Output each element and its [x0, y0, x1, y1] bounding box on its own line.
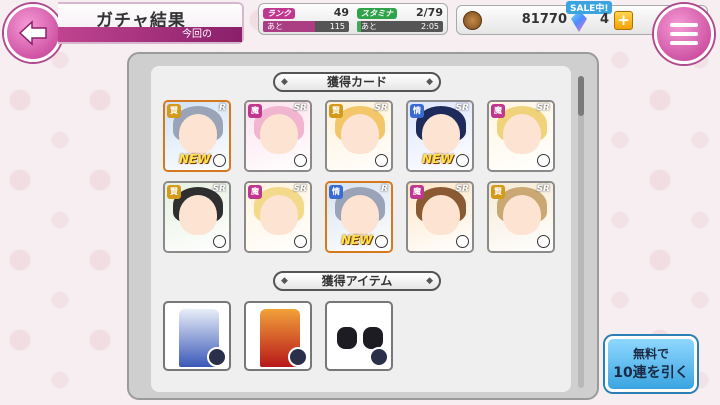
player-status-panel: ランク 49 あと 115 スタミナ 2/79 あと 2:05 [258, 3, 448, 35]
items-section-title: 獲得アイテム [273, 271, 441, 291]
ten-pull-label: 10連を引く [613, 365, 689, 381]
card-attribute-badge: 魔 [410, 185, 424, 199]
card-character-face [179, 195, 217, 235]
new-label: NEW [341, 233, 373, 247]
card-character-face [179, 114, 217, 154]
gem-value: 4 [600, 12, 610, 27]
card-rarity: R [219, 103, 226, 113]
card-rarity: SR [293, 103, 307, 113]
card-seal-icon [213, 235, 226, 248]
result-card[interactable]: 情 SR NEW [406, 100, 474, 172]
result-card[interactable]: 賢 SR [487, 181, 555, 253]
card-attribute-badge: 魔 [491, 104, 505, 118]
card-rarity: R [381, 184, 388, 194]
rank-label: ランク [263, 8, 295, 19]
stamina-status: スタミナ 2/79 あと 2:05 [357, 6, 445, 34]
rank-status: ランク 49 あと 115 [263, 6, 351, 34]
card-rarity: SR [536, 184, 550, 194]
card-attribute-badge: 賢 [167, 185, 181, 199]
page-subtitle: 今回の [58, 27, 242, 42]
character-portrait-icon [207, 347, 227, 367]
result-card[interactable]: 情 R NEW [325, 181, 393, 253]
card-seal-icon [537, 235, 550, 248]
card-character-face [260, 195, 298, 235]
coin-icon [463, 11, 482, 30]
rank-exp-bar: あと 115 [263, 21, 349, 32]
card-character-face [341, 195, 379, 235]
glove-icon [337, 327, 357, 349]
coin-value: 81770 [521, 12, 567, 27]
card-rarity: SR [293, 184, 307, 194]
title-plate: ガチャ結果 今回の [58, 2, 244, 44]
card-attribute-badge: 情 [410, 104, 424, 118]
character-portrait-icon [288, 347, 308, 367]
card-seal-icon [456, 154, 469, 167]
card-seal-icon [375, 235, 388, 248]
glove-icon [363, 327, 383, 349]
result-item-black-gloves[interactable] [325, 301, 393, 371]
new-label: NEW [179, 152, 211, 166]
stamina-bar: あと 2:05 [357, 21, 443, 32]
card-rarity: SR [455, 184, 469, 194]
card-attribute-badge: 魔 [248, 185, 262, 199]
card-character-face [260, 114, 298, 154]
rank-next-value: 115 [329, 22, 345, 31]
character-portrait-icon [369, 347, 389, 367]
card-rarity: SR [536, 103, 550, 113]
card-seal-icon [294, 235, 307, 248]
cards-section-title: 獲得カード [273, 72, 441, 92]
free-10-pull-button[interactable]: 無料で 10連を引く [605, 336, 697, 392]
result-card[interactable]: 賢 SR [325, 100, 393, 172]
card-rarity: SR [212, 184, 226, 194]
rank-value: 49 [333, 6, 349, 19]
card-attribute-badge: 賢 [329, 104, 343, 118]
result-card[interactable]: 魔 SR [406, 181, 474, 253]
card-character-face [503, 195, 541, 235]
menu-icon [670, 23, 698, 27]
result-card[interactable]: 魔 SR [244, 100, 312, 172]
card-character-face [341, 114, 379, 154]
scrollbar-thumb[interactable] [578, 76, 584, 116]
result-item-kimono-outfit[interactable] [163, 301, 231, 371]
card-character-face [422, 195, 460, 235]
card-attribute-badge: 賢 [491, 185, 505, 199]
menu-button[interactable] [654, 4, 714, 64]
result-card[interactable]: 魔 SR [244, 181, 312, 253]
card-attribute-badge: 魔 [248, 104, 262, 118]
free-label: 無料で [632, 347, 669, 361]
card-seal-icon [375, 154, 388, 167]
add-gems-button[interactable]: + [614, 11, 633, 30]
card-character-face [422, 114, 460, 154]
back-button[interactable] [4, 4, 62, 62]
new-label: NEW [422, 152, 454, 166]
result-card[interactable]: 魔 SR [487, 100, 555, 172]
card-attribute-badge: 賢 [167, 104, 181, 118]
rank-next-label: あと [267, 22, 283, 31]
scrollbar[interactable] [578, 76, 584, 388]
card-character-face [503, 114, 541, 154]
stamina-value: 2/79 [416, 6, 443, 19]
card-attribute-badge: 情 [329, 185, 343, 199]
card-seal-icon [213, 154, 226, 167]
stamina-next-value: 2:05 [421, 22, 439, 31]
stamina-next-label: あと [361, 22, 377, 31]
card-seal-icon [537, 154, 550, 167]
card-seal-icon [294, 154, 307, 167]
card-seal-icon [456, 235, 469, 248]
result-item-red-dress-outfit[interactable] [244, 301, 312, 371]
card-rarity: SR [455, 103, 469, 113]
result-card[interactable]: 賢 R NEW [163, 100, 231, 172]
result-card[interactable]: 賢 SR [163, 181, 231, 253]
card-rarity: SR [374, 103, 388, 113]
stamina-label: スタミナ [357, 8, 397, 19]
back-arrow-icon [18, 20, 47, 46]
